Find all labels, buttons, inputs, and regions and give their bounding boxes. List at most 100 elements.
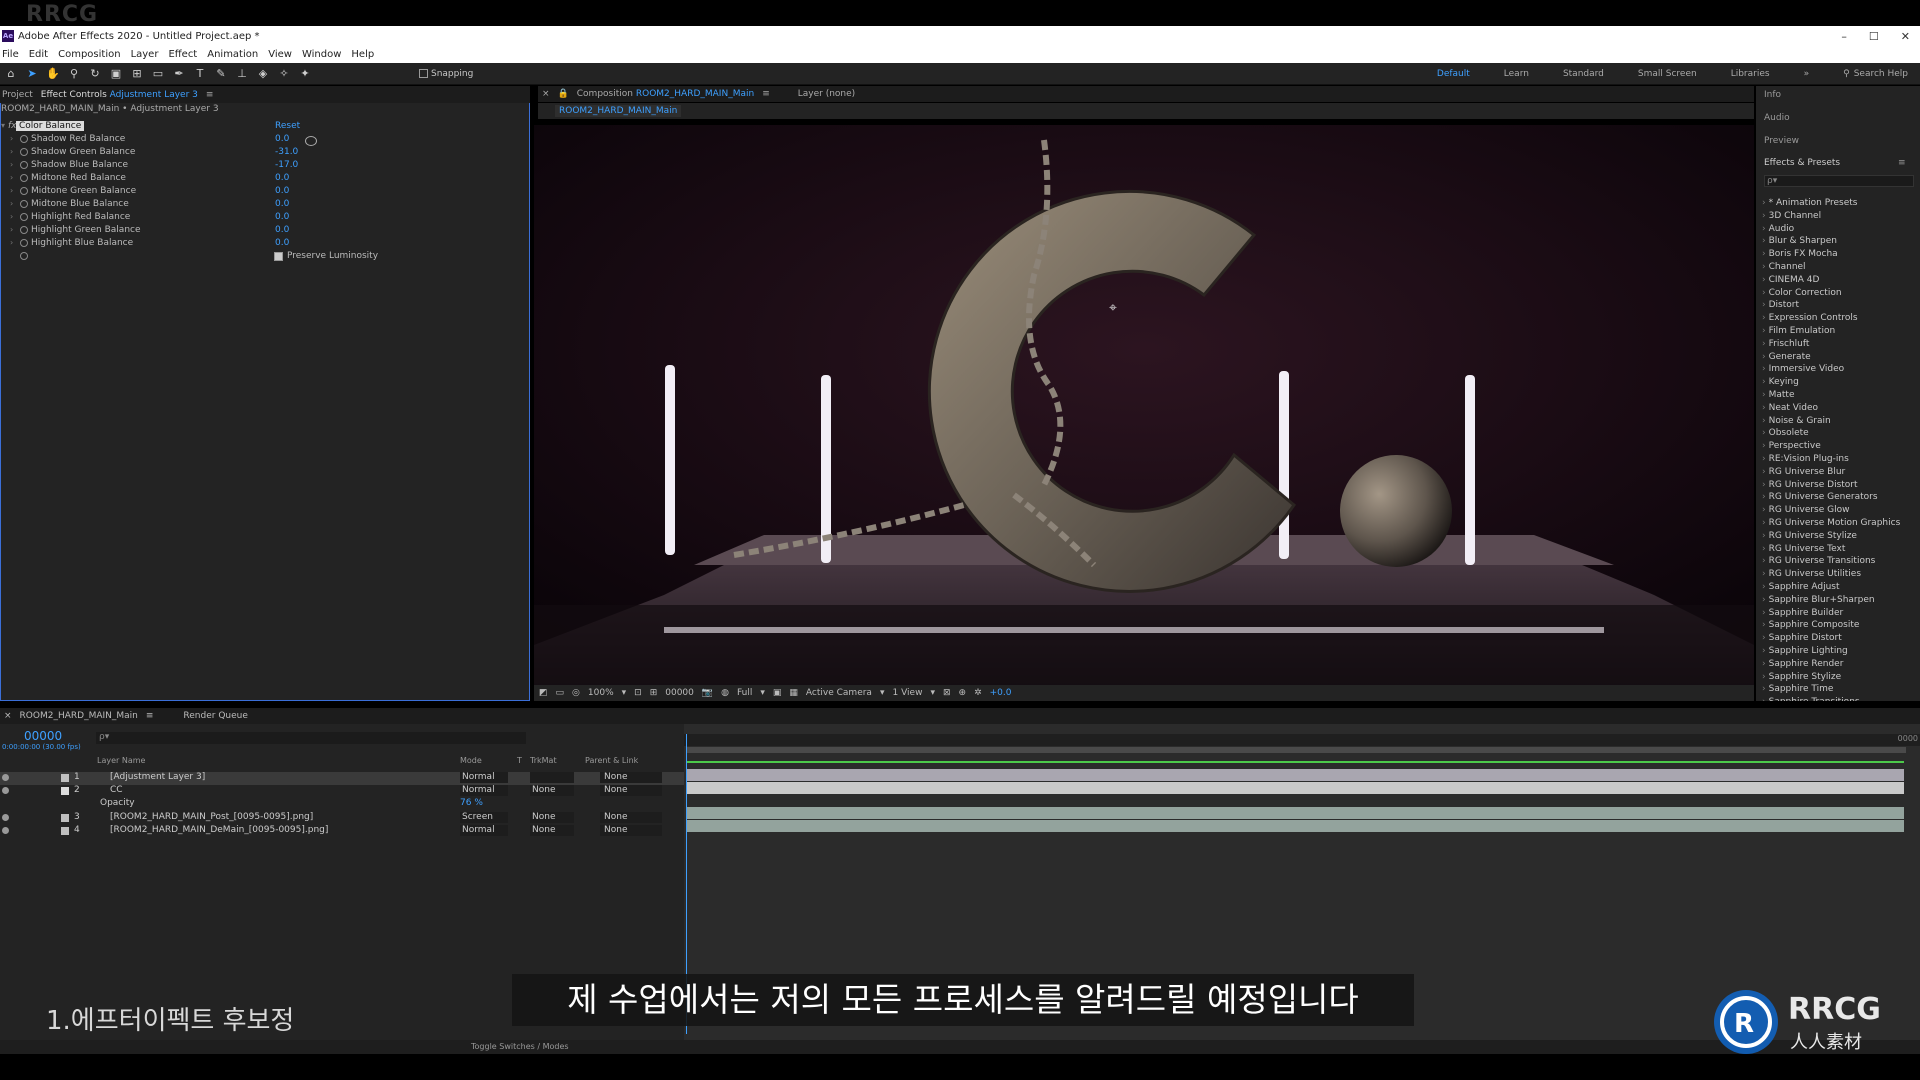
effect-category[interactable]: › RG Universe Blur [1762, 467, 1845, 477]
layer-name[interactable]: [ROOM2_HARD_MAIN_Post_[0095-0095].png] [110, 812, 313, 822]
grid-icon[interactable]: ⊞ [650, 688, 658, 698]
chevron-right-icon[interactable]: › [1762, 467, 1766, 477]
expand-twirl-icon[interactable]: › [10, 212, 13, 221]
layer-trkmat-dropdown[interactable] [530, 772, 574, 783]
chevron-right-icon[interactable]: › [1762, 300, 1766, 310]
menu-edit[interactable]: Edit [29, 49, 48, 60]
effect-property[interactable]: › Shadow Green Balance -31.0 [0, 147, 520, 160]
chevron-right-icon[interactable]: › [1762, 659, 1766, 669]
close-tab-icon[interactable]: × [542, 89, 550, 99]
effect-color-balance[interactable]: ▾ fx Color Balance Reset [0, 121, 520, 134]
pan-behind-tool-icon[interactable]: ⊞ [130, 67, 144, 81]
chevron-right-icon[interactable]: › [1762, 249, 1766, 259]
chevron-right-icon[interactable]: › [1762, 569, 1766, 579]
effect-category[interactable]: › Perspective [1762, 441, 1821, 451]
label-color-swatch[interactable] [61, 814, 69, 822]
effect-category[interactable]: › Matte [1762, 390, 1794, 400]
property-value[interactable]: 0.0 [275, 212, 289, 222]
layer-row[interactable]: 1 [Adjustment Layer 3] Normal None [0, 772, 684, 785]
effect-category[interactable]: › Sapphire Stylize [1762, 672, 1841, 682]
chevron-right-icon[interactable]: › [1762, 416, 1766, 426]
expand-twirl-icon[interactable]: › [10, 225, 13, 234]
expand-twirl-icon[interactable]: › [10, 147, 13, 156]
layer-parent-dropdown[interactable]: None [600, 772, 662, 783]
layer-trkmat-dropdown[interactable]: None [530, 812, 574, 823]
tab-composition[interactable]: Composition ROOM2_HARD_MAIN_Main [577, 89, 754, 99]
layer-name[interactable]: CC [110, 785, 123, 795]
effect-category[interactable]: › Sapphire Render [1762, 659, 1843, 669]
effect-category[interactable]: › Sapphire Lighting [1762, 646, 1848, 656]
rectangle-tool-icon[interactable]: ▭ [151, 67, 165, 81]
channel-icon[interactable]: ◍ [721, 688, 729, 698]
effect-category[interactable]: › Distort [1762, 300, 1799, 310]
comp-breadcrumb-item[interactable]: ROOM2_HARD_MAIN_Main [555, 105, 682, 117]
tab-timeline-main[interactable]: ROOM2_HARD_MAIN_Main [20, 711, 138, 721]
pen-tool-icon[interactable]: ✒ [172, 67, 186, 81]
reset-exposure-icon[interactable]: ✲ [974, 688, 982, 698]
effect-property[interactable]: › Shadow Blue Balance -17.0 [0, 160, 520, 173]
expand-twirl-icon[interactable]: › [10, 186, 13, 195]
chevron-right-icon[interactable]: › [1762, 556, 1766, 566]
layer-name[interactable]: [Adjustment Layer 3] [110, 772, 205, 782]
effects-search-input[interactable]: ρ▾ [1764, 175, 1914, 187]
always-preview-icon[interactable]: ◩ [539, 688, 548, 698]
workspace-default[interactable]: Default [1437, 69, 1470, 79]
chevron-right-icon[interactable]: › [1762, 403, 1766, 413]
chevron-right-icon[interactable]: › [1762, 236, 1766, 246]
menu-window[interactable]: Window [302, 49, 341, 60]
chevron-right-icon[interactable]: › [1762, 620, 1766, 630]
stopwatch-icon[interactable] [20, 187, 28, 195]
property-value[interactable]: 0.0 [275, 225, 289, 235]
col-trkmat[interactable]: TrkMat [530, 756, 557, 765]
snapshot-icon[interactable]: 📷 [702, 688, 713, 698]
layer-parent-dropdown[interactable]: None [600, 812, 662, 823]
region-icon[interactable]: ▣ [773, 688, 782, 698]
preserve-luminosity-checkbox[interactable] [274, 251, 283, 261]
close-tab-icon[interactable]: × [4, 711, 12, 721]
mask-icon[interactable]: ◎ [572, 688, 580, 698]
chevron-right-icon[interactable]: › [1762, 364, 1766, 374]
stopwatch-icon[interactable] [20, 239, 28, 247]
chevron-right-icon[interactable]: › [1762, 339, 1766, 349]
layer-parent-dropdown[interactable]: None [600, 825, 662, 836]
flowchart-icon[interactable]: ⊕ [959, 688, 967, 698]
effect-category[interactable]: › Expression Controls [1762, 313, 1858, 323]
expand-twirl-icon[interactable]: › [10, 199, 13, 208]
effect-category[interactable]: › Sapphire Composite [1762, 620, 1859, 630]
visibility-icon[interactable] [2, 774, 9, 781]
label-color-swatch[interactable] [61, 774, 69, 782]
stopwatch-icon[interactable] [20, 174, 28, 182]
effect-category[interactable]: › Sapphire Distort [1762, 633, 1842, 643]
chevron-right-icon[interactable]: › [1762, 633, 1766, 643]
visibility-icon[interactable] [2, 787, 9, 794]
layer-parent-dropdown[interactable]: None [600, 785, 662, 796]
tab-project[interactable]: Project [2, 90, 33, 100]
rotate-tool-icon[interactable]: ↻ [88, 67, 102, 81]
stopwatch-icon[interactable] [20, 148, 28, 156]
info-panel-label[interactable]: Info [1764, 90, 1781, 100]
property-value[interactable]: 0.0 [275, 173, 289, 183]
current-time[interactable]: 00000 [665, 688, 694, 698]
effect-category[interactable]: › RG Universe Motion Graphics [1762, 518, 1900, 528]
chevron-down-icon[interactable]: ▾ [622, 688, 627, 698]
property-value[interactable]: 0.0 [275, 238, 289, 248]
chevron-down-icon[interactable]: ▾ [760, 688, 765, 698]
chevron-down-icon[interactable]: ▾ [930, 688, 935, 698]
stopwatch-icon[interactable] [20, 200, 28, 208]
menu-view[interactable]: View [268, 49, 292, 60]
layer-mode-dropdown[interactable]: Normal [460, 825, 508, 836]
effect-category[interactable]: › RG Universe Stylize [1762, 531, 1857, 541]
layer-mode-dropdown[interactable]: Normal [460, 785, 508, 796]
chevron-right-icon[interactable]: › [1762, 454, 1766, 464]
chevron-right-icon[interactable]: › [1762, 672, 1766, 682]
col-parent[interactable]: Parent & Link [585, 756, 638, 765]
effect-category[interactable]: › RG Universe Text [1762, 544, 1845, 554]
home-icon[interactable]: ⌂ [4, 67, 18, 81]
workspace-libraries[interactable]: Libraries [1731, 69, 1770, 79]
snapping-checkbox[interactable] [419, 69, 428, 78]
maximize-button[interactable]: ☐ [1869, 30, 1879, 43]
workspace-standard[interactable]: Standard [1563, 69, 1604, 79]
stopwatch-icon[interactable] [20, 226, 28, 234]
layer-row[interactable]: 2 CC Normal None None [0, 785, 684, 798]
stopwatch-icon[interactable] [20, 252, 28, 260]
